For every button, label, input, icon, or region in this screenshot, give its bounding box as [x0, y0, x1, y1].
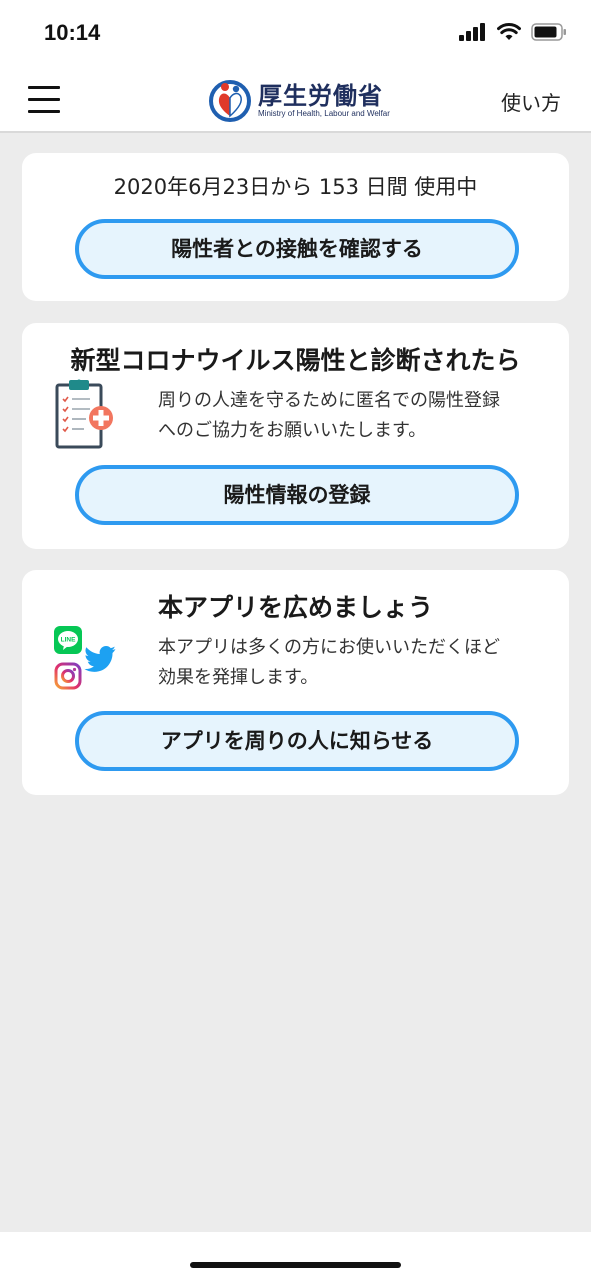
share-card-body: 本アプリは多くの方にお使いいただくほど 効果を発揮します。: [158, 633, 558, 693]
wifi-icon: [497, 23, 521, 40]
logo-subtitle: Ministry of Health, Labour and Welfar: [258, 109, 390, 118]
share-card-body-line: 本アプリは多くの方にお使いいただくほど: [158, 637, 500, 658]
register-card-title: 新型コロナウイルス陽性と診断されたら: [70, 346, 521, 375]
register-positive-button[interactable]: 陽性情報の登録: [75, 465, 519, 525]
register-card-body-line: へのご協力をお願いいたします。: [158, 420, 427, 441]
clipboard-medical-icon: [55, 379, 113, 449]
cellular-signal-icon: [459, 23, 485, 41]
home-indicator[interactable]: [190, 1262, 401, 1268]
share-app-card: 本アプリを広めましょう LINE 本アプリは多くの方にお使いいただくほど 効果を…: [22, 570, 569, 795]
line-badge-text: LINE: [61, 637, 76, 644]
menu-button[interactable]: [26, 82, 62, 118]
status-time: 10:14: [44, 20, 101, 45]
status-bar: 10:14: [0, 0, 591, 70]
menu-icon-bar: [28, 98, 60, 101]
menu-icon: [28, 86, 60, 89]
ministry-logo-icon: [209, 80, 251, 122]
battery-icon: [531, 23, 566, 41]
register-card-body: 周りの人達を守るために匿名での陽性登録 へのご協力をお願いいたします。: [158, 386, 558, 446]
usage-card: 2020年6月23日から 153 日間 使用中 陽性者との接触を確認する: [22, 153, 569, 301]
line-icon: LINE: [54, 626, 82, 654]
share-card-body-line: 効果を発揮します。: [158, 667, 319, 688]
check-contact-button[interactable]: 陽性者との接触を確認する: [75, 219, 519, 279]
ministry-logo: 厚生労働省 Ministry of Health, Labour and Wel…: [208, 76, 390, 126]
register-positive-card: 新型コロナウイルス陽性と診断されたら 周りの人達を守るために匿名での陽性登録 へ…: [22, 323, 569, 549]
register-card-body-line: 周りの人達を守るために匿名での陽性登録: [158, 390, 500, 411]
twitter-icon: [84, 646, 116, 672]
share-app-button[interactable]: アプリを周りの人に知らせる: [75, 711, 519, 771]
instagram-icon: [54, 662, 82, 690]
bottom-bar: [0, 1232, 591, 1280]
header-bar: 厚生労働省 Ministry of Health, Labour and Wel…: [0, 70, 591, 133]
usage-duration-text: 2020年6月23日から 153 日間 使用中: [113, 175, 478, 199]
logo-title: 厚生労働省: [258, 82, 383, 110]
menu-icon-bar: [28, 110, 60, 113]
howto-link[interactable]: 使い方: [501, 87, 561, 116]
share-card-title: 本アプリを広めましょう: [157, 593, 433, 622]
status-icons: [459, 23, 567, 41]
